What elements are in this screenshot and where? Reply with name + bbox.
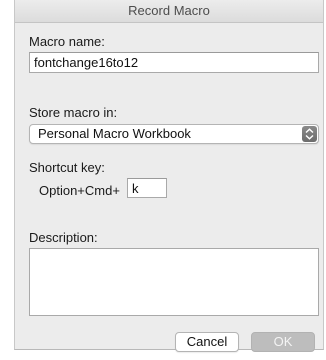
shortcut-key-field[interactable]: k: [127, 178, 167, 198]
macro-name-field[interactable]: fontchange16to12: [29, 52, 319, 73]
description-field[interactable]: [29, 248, 319, 316]
store-macro-label: Store macro in:: [29, 105, 118, 120]
record-macro-dialog: Record Macro Macro name: fontchange16to1…: [14, 0, 324, 352]
shortcut-key-label: Shortcut key:: [29, 160, 105, 175]
dialog-title: Record Macro: [15, 0, 323, 23]
description-label: Description:: [29, 230, 98, 245]
cancel-button[interactable]: Cancel: [175, 332, 239, 352]
macro-name-label: Macro name:: [29, 34, 105, 49]
store-macro-popup[interactable]: Personal Macro Workbook: [29, 124, 319, 144]
store-macro-selected: Personal Macro Workbook: [38, 126, 191, 141]
ok-button[interactable]: OK: [251, 332, 315, 352]
popup-updown-icon: [302, 126, 317, 142]
shortcut-modifier-label: Option+Cmd+: [39, 183, 120, 198]
